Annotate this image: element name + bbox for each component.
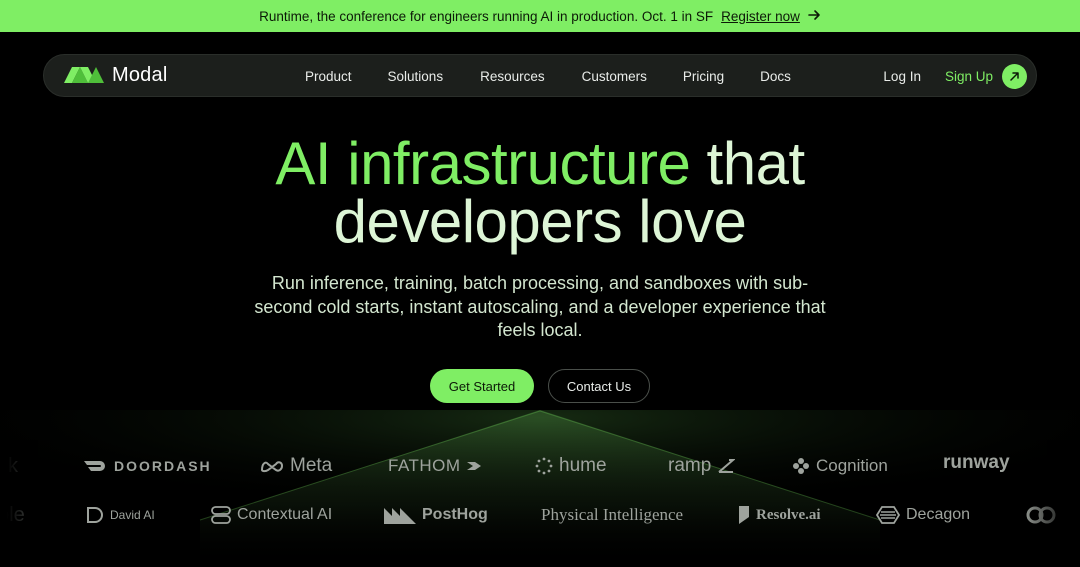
hero-glow (0, 410, 1080, 567)
logo-resolve-ai: Resolve.ai (738, 500, 821, 530)
nav-link-solutions[interactable]: Solutions (388, 69, 444, 84)
logo-posthog: PostHog (384, 500, 488, 530)
cognition-icon (793, 458, 809, 474)
logo-runway: runway (943, 452, 1010, 473)
meta-icon (260, 461, 284, 473)
nav-link-product[interactable]: Product (305, 69, 352, 84)
nav-links: Product Solutions Resources Customers Pr… (305, 55, 791, 98)
david-ai-icon (87, 507, 103, 523)
hero-title: AI infrastructure that developers love (0, 134, 1080, 252)
brand-name: Modal (112, 64, 168, 86)
arrow-right-icon (808, 8, 821, 24)
modal-logo[interactable]: Modal (64, 64, 167, 87)
logo-ramp: ramp (668, 451, 736, 481)
nav-link-resources[interactable]: Resources (480, 69, 545, 84)
nav-link-pricing[interactable]: Pricing (683, 69, 724, 84)
hume-icon (535, 457, 553, 475)
hero-subtitle: Run inference, training, batch processin… (254, 273, 826, 340)
nav-actions: Log In Sign Up (883, 55, 1027, 98)
logo-physical-intelligence: Physical Intelligence (541, 505, 684, 524)
posthog-icon (384, 508, 416, 524)
logo-cognition: Cognition (792, 451, 888, 481)
doordash-icon (84, 461, 105, 471)
signup-link[interactable]: Sign Up (945, 69, 993, 84)
announcement-banner: Runtime, the conference for engineers ru… (0, 0, 1080, 32)
register-now-link[interactable]: Register now (721, 9, 800, 24)
contact-us-button[interactable]: Contact Us (548, 369, 650, 403)
logo-contextual-ai: Contextual AI (211, 500, 332, 530)
logos-fade-left (0, 440, 70, 550)
logo-doordash: DOORDASH (84, 451, 212, 481)
ramp-icon (718, 459, 736, 473)
nav-link-docs[interactable]: Docs (760, 69, 791, 84)
arrow-up-right-icon (1010, 72, 1019, 81)
fathom-icon (466, 462, 481, 470)
get-started-button[interactable]: Get Started (430, 369, 534, 403)
decagon-icon (876, 506, 900, 524)
contextual-ai-icon (211, 506, 231, 524)
logo-meta: Meta (260, 451, 332, 481)
signup-arrow-button[interactable] (1002, 64, 1027, 89)
banner-text: Runtime, the conference for engineers ru… (259, 8, 714, 24)
logos-fade-right (1020, 440, 1080, 550)
modal-logo-icon (64, 66, 104, 83)
hero-title-line-2: developers love (333, 188, 747, 255)
logo-decagon: Decagon (876, 500, 970, 530)
top-nav: Modal Product Solutions Resources Custom… (43, 54, 1037, 97)
hero-title-accent: AI infrastructure (275, 130, 691, 197)
hero-title-rest: that (690, 130, 806, 197)
customer-logos-row-1: ck DOORDASH Meta FATHOM hume ramp Cognit… (0, 451, 1080, 481)
login-link[interactable]: Log In (883, 69, 921, 84)
nav-link-customers[interactable]: Customers (582, 69, 647, 84)
customer-logos-row-2: ple David AI Contextual AI PostHog Physi… (0, 500, 1080, 530)
logo-hume: hume (535, 451, 607, 481)
logo-david-ai: David AI (86, 500, 155, 530)
resolve-ai-icon (739, 506, 749, 524)
logo-fathom: FATHOM (388, 451, 481, 481)
cta-row: Get Started Contact Us (0, 369, 1080, 403)
